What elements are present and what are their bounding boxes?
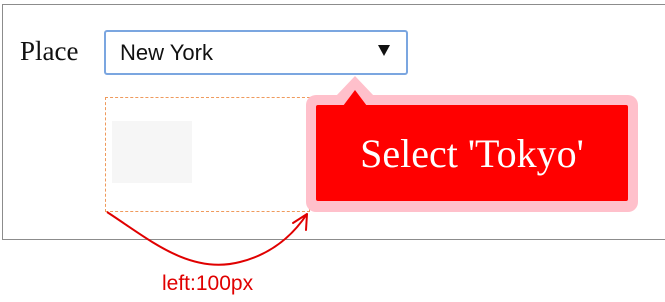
place-select[interactable]: New York xyxy=(104,30,408,75)
stage: Place New York Select 'Tokyo' left:100px xyxy=(0,0,665,302)
tooltip-pointer xyxy=(343,90,367,106)
chevron-down-icon xyxy=(378,45,390,56)
offset-annotation-label: left:100px xyxy=(162,272,254,295)
tooltip-text: Select 'Tokyo' xyxy=(360,130,584,176)
place-label: Place xyxy=(20,36,79,66)
ghost-placeholder xyxy=(112,121,192,183)
place-select-value: New York xyxy=(120,40,213,65)
